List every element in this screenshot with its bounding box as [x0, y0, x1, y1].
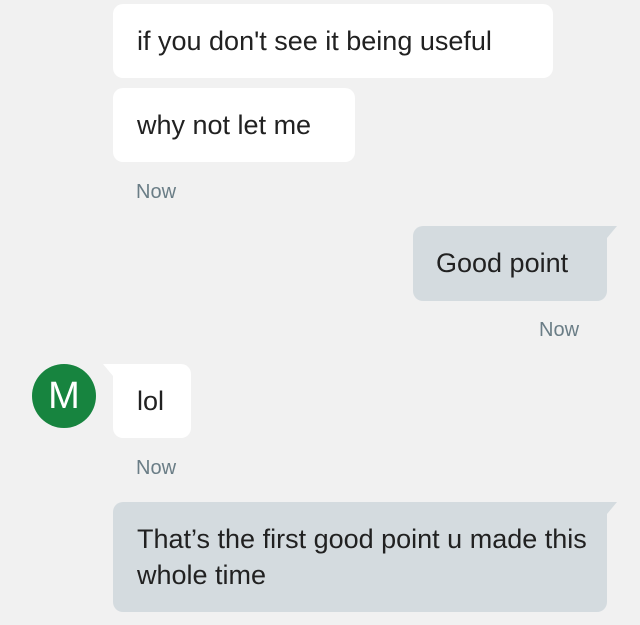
- conversation-thread: if you don't see it being useful why not…: [0, 0, 640, 625]
- message-text: why not let me: [137, 110, 312, 140]
- message-text: Good point: [436, 248, 569, 278]
- avatar-initial: M: [48, 375, 80, 417]
- outgoing-bubble-tail: [607, 502, 617, 514]
- message-timestamp: Now: [136, 181, 177, 203]
- message-text: if you don't see it being useful: [137, 26, 492, 56]
- message-timestamp: Now: [136, 457, 177, 479]
- contact-avatar[interactable]: M: [32, 364, 96, 428]
- incoming-message-bubble[interactable]: lol: [113, 364, 191, 438]
- incoming-message-bubble[interactable]: why not let me: [113, 88, 355, 162]
- outgoing-bubble-tail: [607, 226, 617, 238]
- message-timestamp: Now: [539, 319, 580, 341]
- message-text: That’s the first good point u made this …: [137, 524, 587, 590]
- message-text: lol: [137, 386, 165, 416]
- outgoing-message-bubble[interactable]: That’s the first good point u made this …: [113, 502, 607, 612]
- incoming-message-bubble[interactable]: if you don't see it being useful: [113, 4, 553, 78]
- incoming-bubble-tail: [103, 364, 113, 376]
- outgoing-message-bubble[interactable]: Good point: [413, 226, 607, 301]
